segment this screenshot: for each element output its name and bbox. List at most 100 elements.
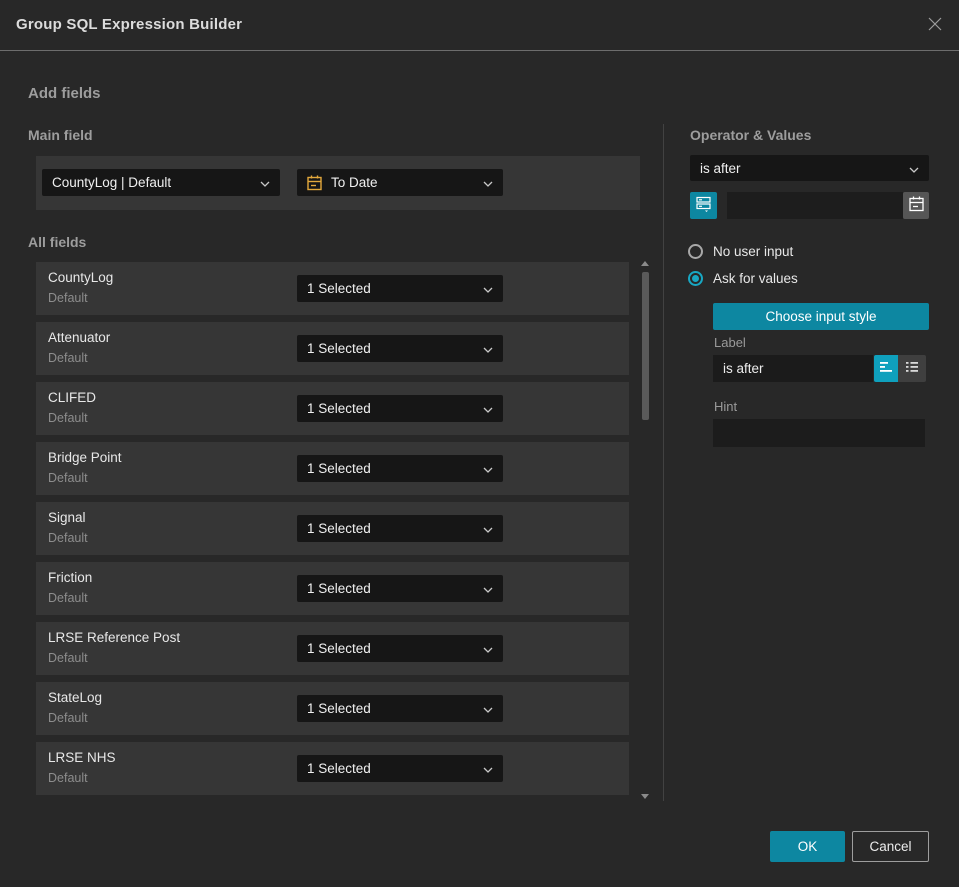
field-selection-value: 1 Selected <box>307 401 371 416</box>
field-subtitle: Default <box>48 771 88 785</box>
choose-input-style-button[interactable]: Choose input style <box>713 303 929 330</box>
field-selection-select[interactable]: 1 Selected <box>297 335 503 362</box>
field-row: Bridge Point Default 1 Selected <box>36 442 629 495</box>
main-field-panel: CountyLog | Default To Date <box>36 156 640 210</box>
field-name: Signal <box>48 510 86 525</box>
main-field-heading: Main field <box>28 127 93 143</box>
field-row: StateLog Default 1 Selected <box>36 682 629 735</box>
date-value-input[interactable] <box>727 192 903 219</box>
field-name: Bridge Point <box>48 450 122 465</box>
scrollbar-thumb[interactable] <box>642 272 649 420</box>
calendar-icon <box>908 196 924 215</box>
field-selection-select[interactable]: 1 Selected <box>297 635 503 662</box>
field-selection-select[interactable]: 1 Selected <box>297 395 503 422</box>
chevron-down-icon <box>483 175 493 190</box>
field-name: LRSE Reference Post <box>48 630 181 645</box>
list-style-button[interactable] <box>898 355 926 382</box>
radio-no-user-input[interactable]: No user input <box>688 244 793 259</box>
hint-input[interactable] <box>713 419 925 447</box>
field-selection-value: 1 Selected <box>307 461 371 476</box>
field-subtitle: Default <box>48 651 88 665</box>
field-row: Signal Default 1 Selected <box>36 502 629 555</box>
chevron-down-icon <box>483 641 493 656</box>
radio-label: Ask for values <box>713 271 798 286</box>
calendar-icon <box>307 175 322 191</box>
field-selection-select[interactable]: 1 Selected <box>297 275 503 302</box>
ok-button[interactable]: OK <box>770 831 845 862</box>
field-subtitle: Default <box>48 351 88 365</box>
chevron-down-icon <box>483 701 493 716</box>
add-fields-heading: Add fields <box>28 85 101 102</box>
field-subtitle: Default <box>48 531 88 545</box>
field-name: LRSE NHS <box>48 750 116 765</box>
field-selection-select[interactable]: 1 Selected <box>297 575 503 602</box>
chevron-down-icon <box>483 521 493 536</box>
scrollbar-up-arrow-icon[interactable] <box>641 261 649 266</box>
field-row: Friction Default 1 Selected <box>36 562 629 615</box>
chevron-down-icon <box>483 341 493 356</box>
cancel-button[interactable]: Cancel <box>852 831 929 862</box>
date-picker-button[interactable] <box>903 192 929 219</box>
chevron-down-icon <box>260 175 270 190</box>
field-name: StateLog <box>48 690 103 705</box>
field-selection-value: 1 Selected <box>307 581 371 596</box>
field-row: Attenuator Default 1 Selected <box>36 322 629 375</box>
hint-caption: Hint <box>714 399 738 414</box>
field-selection-value: 1 Selected <box>307 281 371 296</box>
field-selection-value: 1 Selected <box>307 761 371 776</box>
field-row: LRSE Reference Post Default 1 Selected <box>36 622 629 675</box>
operator-select[interactable]: is after <box>690 155 929 181</box>
panel-divider <box>663 124 664 801</box>
operator-values-heading: Operator & Values <box>690 127 812 143</box>
field-subtitle: Default <box>48 711 88 725</box>
field-selection-select[interactable]: 1 Selected <box>297 455 503 482</box>
scrollbar-down-arrow-icon[interactable] <box>641 794 649 799</box>
field-selection-value: 1 Selected <box>307 341 371 356</box>
main-date-select-value: To Date <box>331 175 378 190</box>
field-row: CountyLog Default 1 Selected <box>36 262 629 315</box>
single-line-style-button[interactable] <box>874 355 898 382</box>
field-selection-select[interactable]: 1 Selected <box>297 695 503 722</box>
chevron-down-icon <box>483 761 493 776</box>
dialog-title: Group SQL Expression Builder <box>16 16 243 33</box>
chevron-down-icon <box>483 401 493 416</box>
main-date-select[interactable]: To Date <box>297 169 503 196</box>
radio-circle-icon <box>688 244 703 259</box>
field-subtitle: Default <box>48 411 88 425</box>
main-field-select-value: CountyLog | Default <box>52 175 172 190</box>
field-name: CLIFED <box>48 390 97 405</box>
label-caption: Label <box>714 335 746 350</box>
field-selection-select[interactable]: 1 Selected <box>297 515 503 542</box>
operator-select-value: is after <box>700 160 741 176</box>
bullet-list-icon <box>905 361 919 376</box>
field-selection-value: 1 Selected <box>307 521 371 536</box>
field-selection-value: 1 Selected <box>307 701 371 716</box>
field-selection-value: 1 Selected <box>307 641 371 656</box>
radio-label: No user input <box>713 244 794 259</box>
stacked-values-icon <box>695 196 712 215</box>
close-icon <box>926 15 944 38</box>
field-subtitle: Default <box>48 291 88 305</box>
close-button[interactable] <box>924 15 946 37</box>
chevron-down-icon <box>483 461 493 476</box>
chevron-down-icon <box>483 581 493 596</box>
field-subtitle: Default <box>48 471 88 485</box>
group-sql-expression-builder-dialog: Group SQL Expression Builder Add fields … <box>0 0 959 887</box>
titlebar: Group SQL Expression Builder <box>0 0 959 51</box>
main-field-select[interactable]: CountyLog | Default <box>42 169 280 196</box>
radio-ask-for-values[interactable]: Ask for values <box>688 271 798 286</box>
align-left-icon <box>879 361 893 376</box>
chevron-down-icon <box>483 281 493 296</box>
field-selection-select[interactable]: 1 Selected <box>297 755 503 782</box>
field-row: LRSE NHS Default 1 Selected <box>36 742 629 795</box>
all-fields-heading: All fields <box>28 234 87 250</box>
field-name: Attenuator <box>48 330 111 345</box>
chevron-down-icon <box>909 161 919 176</box>
field-name: CountyLog <box>48 270 114 285</box>
fields-scrollbar[interactable] <box>641 257 650 803</box>
field-subtitle: Default <box>48 591 88 605</box>
unique-values-button[interactable] <box>690 192 717 219</box>
field-name: Friction <box>48 570 93 585</box>
label-input[interactable] <box>713 355 873 382</box>
radio-circle-selected-icon <box>688 271 703 286</box>
